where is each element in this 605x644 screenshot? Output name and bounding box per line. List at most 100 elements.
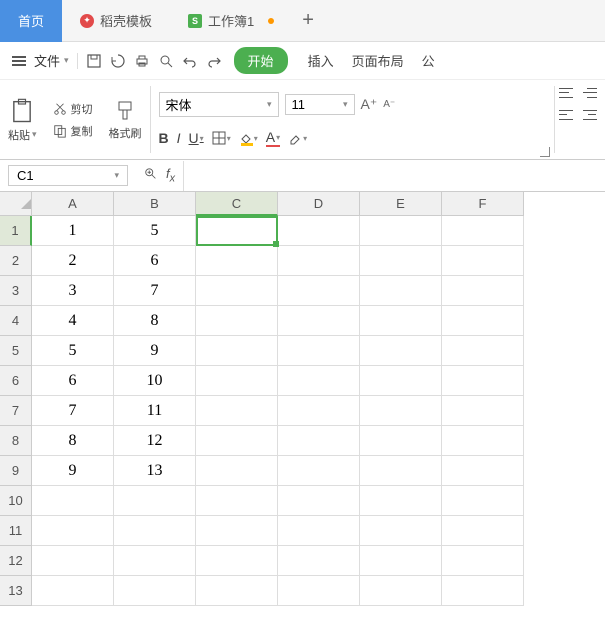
borders-button[interactable]: ▾: [212, 131, 231, 145]
cell-A2[interactable]: 2: [32, 246, 114, 276]
row-header-8[interactable]: 8: [0, 426, 32, 456]
cell-C9[interactable]: [196, 456, 278, 486]
cell-C10[interactable]: [196, 486, 278, 516]
print-icon[interactable]: [134, 53, 150, 69]
cell-E11[interactable]: [360, 516, 442, 546]
cell-F12[interactable]: [442, 546, 524, 576]
cell-B10[interactable]: [114, 486, 196, 516]
add-tab-button[interactable]: +: [292, 9, 324, 32]
cell-A10[interactable]: [32, 486, 114, 516]
cell-B7[interactable]: 11: [114, 396, 196, 426]
cell-E13[interactable]: [360, 576, 442, 606]
paste-button[interactable]: 粘贴▾: [8, 97, 37, 143]
cell-D3[interactable]: [278, 276, 360, 306]
cell-E8[interactable]: [360, 426, 442, 456]
save-icon[interactable]: [86, 53, 102, 69]
cell-A4[interactable]: 4: [32, 306, 114, 336]
cell-C1[interactable]: [196, 216, 278, 246]
cell-E2[interactable]: [360, 246, 442, 276]
format-painter-button[interactable]: 格式刷: [109, 99, 142, 141]
cell-C13[interactable]: [196, 576, 278, 606]
font-group-expand[interactable]: [540, 147, 550, 157]
column-header-A[interactable]: A: [32, 192, 114, 216]
italic-button[interactable]: I: [177, 130, 181, 146]
increase-font-button[interactable]: A⁺: [361, 96, 378, 113]
cell-D4[interactable]: [278, 306, 360, 336]
cell-F7[interactable]: [442, 396, 524, 426]
cell-E5[interactable]: [360, 336, 442, 366]
cell-B12[interactable]: [114, 546, 196, 576]
row-header-13[interactable]: 13: [0, 576, 32, 606]
cell-D13[interactable]: [278, 576, 360, 606]
cell-C4[interactable]: [196, 306, 278, 336]
cell-F4[interactable]: [442, 306, 524, 336]
cell-A9[interactable]: 9: [32, 456, 114, 486]
cell-D12[interactable]: [278, 546, 360, 576]
cell-B1[interactable]: 5: [114, 216, 196, 246]
cell-C6[interactable]: [196, 366, 278, 396]
font-size-select[interactable]: 11 ▾: [285, 94, 355, 115]
underline-button[interactable]: U▾: [189, 130, 204, 146]
row-header-4[interactable]: 4: [0, 306, 32, 336]
row-header-9[interactable]: 9: [0, 456, 32, 486]
cell-B3[interactable]: 7: [114, 276, 196, 306]
row-header-11[interactable]: 11: [0, 516, 32, 546]
cell-B4[interactable]: 8: [114, 306, 196, 336]
copy-button[interactable]: 复制: [53, 123, 93, 139]
cell-B6[interactable]: 10: [114, 366, 196, 396]
cell-F9[interactable]: [442, 456, 524, 486]
cell-B9[interactable]: 13: [114, 456, 196, 486]
cell-F2[interactable]: [442, 246, 524, 276]
cell-D9[interactable]: [278, 456, 360, 486]
align-middle-button[interactable]: [583, 86, 601, 100]
tab-home[interactable]: 首页: [0, 0, 62, 42]
tab-template[interactable]: ✦ 稻壳模板: [62, 0, 170, 42]
align-top-button[interactable]: [559, 86, 577, 100]
cell-B5[interactable]: 9: [114, 336, 196, 366]
cell-F11[interactable]: [442, 516, 524, 546]
row-header-1[interactable]: 1: [0, 216, 32, 246]
cell-E12[interactable]: [360, 546, 442, 576]
row-header-10[interactable]: 10: [0, 486, 32, 516]
row-header-6[interactable]: 6: [0, 366, 32, 396]
cell-F8[interactable]: [442, 426, 524, 456]
row-header-2[interactable]: 2: [0, 246, 32, 276]
cell-C5[interactable]: [196, 336, 278, 366]
cell-A13[interactable]: [32, 576, 114, 606]
name-box[interactable]: C1 ▾: [8, 165, 128, 186]
insert-tab[interactable]: 插入: [308, 51, 334, 70]
cell-F1[interactable]: [442, 216, 524, 246]
column-header-C[interactable]: C: [196, 192, 278, 216]
cell-C7[interactable]: [196, 396, 278, 426]
fx-icon[interactable]: fx: [166, 166, 175, 185]
cell-D10[interactable]: [278, 486, 360, 516]
eraser-button[interactable]: ▾: [288, 131, 307, 145]
cell-C11[interactable]: [196, 516, 278, 546]
redo-icon[interactable]: [206, 53, 222, 69]
cell-E10[interactable]: [360, 486, 442, 516]
cell-A5[interactable]: 5: [32, 336, 114, 366]
row-header-5[interactable]: 5: [0, 336, 32, 366]
cell-A8[interactable]: 8: [32, 426, 114, 456]
cell-E4[interactable]: [360, 306, 442, 336]
column-header-D[interactable]: D: [278, 192, 360, 216]
row-header-7[interactable]: 7: [0, 396, 32, 426]
tab-workbook[interactable]: S 工作簿1: [170, 0, 292, 42]
zoom-icon[interactable]: [144, 167, 158, 184]
cell-C2[interactable]: [196, 246, 278, 276]
row-header-12[interactable]: 12: [0, 546, 32, 576]
cell-D7[interactable]: [278, 396, 360, 426]
align-left-button[interactable]: [559, 108, 577, 122]
file-menu[interactable]: 文件: [32, 51, 62, 70]
cell-B13[interactable]: [114, 576, 196, 606]
cell-C3[interactable]: [196, 276, 278, 306]
cell-B2[interactable]: 6: [114, 246, 196, 276]
undo-icon[interactable]: [182, 53, 198, 69]
decrease-font-button[interactable]: A⁻: [383, 99, 395, 110]
chevron-down-icon[interactable]: ▾: [64, 55, 69, 66]
cell-D5[interactable]: [278, 336, 360, 366]
cell-A3[interactable]: 3: [32, 276, 114, 306]
cell-D11[interactable]: [278, 516, 360, 546]
cell-D2[interactable]: [278, 246, 360, 276]
cell-E9[interactable]: [360, 456, 442, 486]
